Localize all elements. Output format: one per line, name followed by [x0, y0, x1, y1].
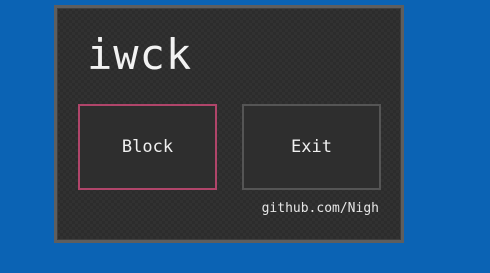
exit-button-label: Exit — [291, 137, 332, 157]
desktop-background: iwck Block Exit github.com/Nigh — [0, 0, 490, 273]
exit-button[interactable]: Exit — [242, 104, 381, 190]
block-button[interactable]: Block — [78, 104, 217, 190]
app-window: iwck Block Exit github.com/Nigh — [54, 5, 404, 243]
github-link[interactable]: github.com/Nigh — [262, 201, 379, 216]
app-title: iwck — [87, 30, 193, 79]
block-button-label: Block — [121, 137, 174, 157]
